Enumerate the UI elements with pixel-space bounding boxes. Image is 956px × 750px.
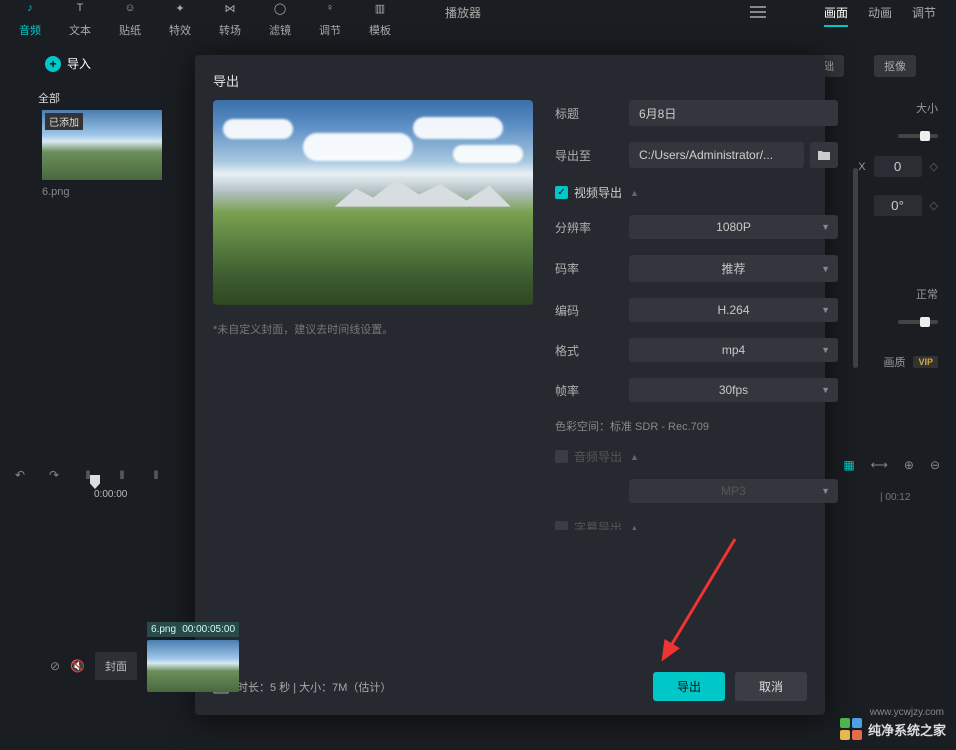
preview-note: *未自定义封面，建议去时间线设置。 (213, 321, 533, 337)
watermark-icon (840, 718, 862, 740)
tool-filter[interactable]: ◯滤镜 (255, 0, 305, 40)
browse-button[interactable] (810, 142, 838, 168)
redo-icon[interactable]: ↷ (44, 468, 64, 482)
resolution-select[interactable]: 1080P▼ (629, 215, 838, 239)
player-title: 播放器 (445, 4, 481, 21)
chevron-down-icon: ▼ (821, 305, 830, 315)
video-checkbox[interactable]: ✓ (555, 186, 568, 199)
timeline-clip[interactable]: 6.png 00:00:05:00 (147, 640, 239, 692)
title-label: 标题 (555, 105, 629, 122)
caret-icon: ▲ (630, 523, 639, 531)
video-export-section[interactable]: ✓ 视频导出 ▲ (555, 184, 838, 201)
codec-label: 编码 (555, 302, 629, 319)
export-dialog: 导出 *未自定义封面，建议去时间线设置。 标题 (195, 55, 825, 715)
subtitle-export-section[interactable]: ✓ 字幕导出 ▲ (555, 519, 838, 530)
watermark-url: www.ycwjzy.com (870, 707, 944, 718)
watermark: 纯净系统之家 (840, 718, 946, 740)
normal-label: 正常 (916, 286, 938, 302)
timeline-toolbar: ↶ ↷ ‖ ‖ ‖ (0, 455, 956, 495)
tool-sticker[interactable]: ☺贴纸 (105, 0, 155, 40)
chevron-down-icon: ▼ (821, 264, 830, 274)
tool-transition[interactable]: ⋈转场 (205, 0, 255, 40)
lock-icon[interactable]: ⊘ (50, 659, 60, 673)
tab-picture[interactable]: 画面 (824, 4, 848, 27)
size-slider[interactable] (898, 134, 938, 138)
timeline-track: ⊘ 🔇 封面 6.png 00:00:05:00 (50, 640, 239, 692)
playhead[interactable]: 0:00:00 (90, 475, 127, 500)
tool-template[interactable]: ▥模板 (355, 0, 405, 40)
tool-icon[interactable]: ⟷ (871, 458, 888, 472)
path-label: 导出至 (555, 147, 629, 164)
chevron-down-icon: ▼ (821, 385, 830, 395)
arrow-annotation (645, 529, 745, 679)
import-label: 导入 (67, 55, 91, 72)
folder-icon (817, 149, 831, 161)
bitrate-select[interactable]: 推荐▼ (629, 255, 838, 282)
cover-label[interactable]: 封面 (95, 652, 137, 680)
cut-right-icon[interactable]: ‖ (146, 468, 166, 482)
resolution-label: 分辨率 (555, 219, 629, 236)
fps-label: 帧率 (555, 382, 629, 399)
codec-select[interactable]: H.264▼ (629, 298, 838, 322)
cancel-button[interactable]: 取消 (735, 672, 807, 701)
chevron-down-icon: ▼ (821, 222, 830, 232)
tool-text[interactable]: T文本 (55, 0, 105, 40)
mute-icon[interactable]: 🔇 (70, 659, 85, 673)
scrollbar[interactable] (853, 168, 858, 368)
media-thumb[interactable]: 已添加 6.png (42, 110, 162, 198)
caret-icon[interactable]: ◇ (930, 199, 938, 212)
tool-icon[interactable]: ⊖ (930, 458, 940, 472)
title-input[interactable] (629, 100, 838, 126)
clip-name: 6.png (151, 624, 176, 635)
tool-effect[interactable]: ✦特效 (155, 0, 205, 40)
playhead-time: 0:00:00 (94, 489, 127, 500)
tool-icon[interactable]: ▦ (843, 458, 854, 472)
path-input[interactable] (629, 142, 804, 168)
tool-audio[interactable]: ♪音频 (5, 0, 55, 40)
all-label[interactable]: 全部 (38, 90, 60, 106)
deg-input[interactable] (874, 195, 922, 216)
tab-animation[interactable]: 动画 (868, 4, 892, 27)
thumb-image: 已添加 (42, 110, 162, 180)
colorspace-info: 色彩空间：标准 SDR - Rec.709 (555, 418, 838, 434)
thumb-caption: 6.png (42, 186, 162, 198)
vip-badge: VIP (913, 356, 938, 368)
x-input[interactable] (874, 156, 922, 177)
chevron-down-icon: ▼ (821, 345, 830, 355)
caret-icon[interactable]: ◇ (930, 160, 938, 173)
plus-icon: + (45, 56, 61, 72)
tool-icon[interactable]: ⊕ (904, 458, 914, 472)
undo-icon[interactable]: ↶ (10, 468, 30, 482)
bitrate-label: 码率 (555, 260, 629, 277)
hamburger-icon[interactable] (750, 6, 766, 18)
size-label: 大小 (916, 100, 938, 116)
clip-duration: 00:00:05:00 (182, 624, 235, 635)
quality-label: 画质 (883, 354, 905, 370)
preview-image (213, 100, 533, 305)
tab-adjust[interactable]: 调节 (912, 4, 936, 27)
fps-select[interactable]: 30fps▼ (629, 378, 838, 402)
opacity-slider[interactable] (898, 320, 938, 324)
thumb-badge: 已添加 (45, 113, 83, 130)
time-marker: | 00:12 (880, 492, 910, 503)
format-label: 格式 (555, 342, 629, 359)
x-label: X (858, 161, 865, 173)
export-button[interactable]: 导出 (653, 672, 725, 701)
right-tabs: 画面 动画 调节 (824, 4, 936, 27)
import-bar[interactable]: + 导入 (45, 55, 91, 72)
dialog-title: 导出 (213, 71, 807, 90)
tool-adjust[interactable]: ♀调节 (305, 0, 355, 40)
format-select[interactable]: mp4▼ (629, 338, 838, 362)
caret-icon: ▲ (630, 188, 639, 198)
subtitle-checkbox[interactable]: ✓ (555, 521, 568, 530)
duration-info: 时长：5 秒 | 大小：7M（估计） (213, 679, 391, 695)
